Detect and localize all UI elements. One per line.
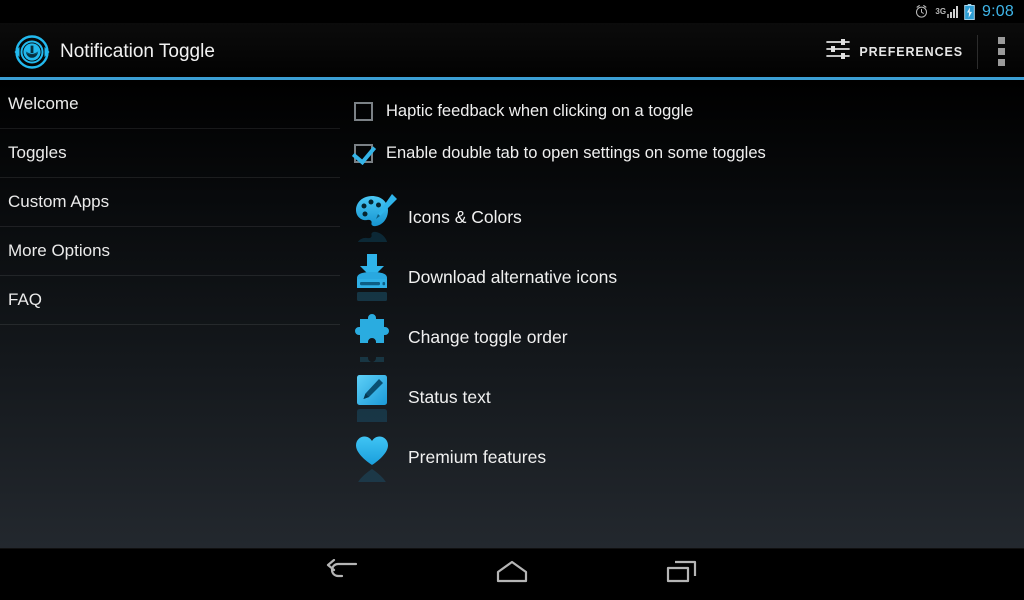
overflow-dot [997,59,1005,66]
overflow-dot [997,48,1005,55]
option-change-toggle-order[interactable]: Change toggle order [354,307,1024,367]
sidebar-item-label: Welcome [8,94,79,113]
action-bar: Notification Toggle PREFERENCES [0,23,1024,80]
sidebar-item-label: Custom Apps [8,192,110,211]
option-premium-features[interactable]: Premium features [354,427,1024,487]
recent-apps-icon [666,559,698,590]
signal-bars-icon [947,5,959,18]
network-type-label: 3G [935,7,947,16]
option-label: Premium features [408,446,547,467]
sliders-icon [826,38,851,65]
settings-panel: Haptic feedback when clicking on a toggl… [340,80,1024,548]
recent-apps-button[interactable] [618,549,746,600]
sidebar-item-label: More Options [8,241,111,260]
alarm-clock-icon [914,4,929,19]
sidebar-item-toggles[interactable]: Toggles [0,129,340,178]
haptic-feedback-label: Haptic feedback when clicking on a toggl… [386,101,694,120]
status-bar: 3G 9:08 [0,0,1024,23]
haptic-feedback-checkbox[interactable] [354,101,373,121]
sidebar-nav: Welcome Toggles Custom Apps More Options… [0,80,340,548]
sidebar-item-custom-apps[interactable]: Custom Apps [0,178,340,227]
edit-pencil-icon [354,372,400,422]
android-tablet-screen: 3G 9:08 Notification Toggle PREFERENCES … [0,0,1024,600]
sidebar-item-welcome[interactable]: Welcome [0,80,340,129]
system-navigation-bar [0,548,1024,600]
home-icon [495,560,529,589]
double-tap-label: Enable double tab to open settings on so… [386,143,766,162]
action-bar-actions: PREFERENCES [816,23,1024,80]
home-button[interactable] [448,549,576,600]
double-tap-checkbox[interactable] [354,143,373,163]
preferences-button[interactable]: PREFERENCES [816,23,977,80]
back-arrow-icon [326,558,358,590]
option-label: Icons & Colors [408,206,522,227]
option-label: Status text [408,386,491,407]
option-label: Download alternative icons [408,266,618,287]
haptic-feedback-row[interactable]: Haptic feedback when clicking on a toggl… [354,97,1024,125]
sidebar-item-label: FAQ [8,290,43,309]
double-tap-row[interactable]: Enable double tab to open settings on so… [354,139,1024,167]
download-icon [354,252,400,302]
back-button[interactable] [278,549,406,600]
network-type-indicator: 3G [935,5,959,18]
option-status-text[interactable]: Status text [354,367,1024,427]
sidebar-item-faq[interactable]: FAQ [0,276,340,325]
app-logo-icon [12,32,52,72]
sidebar-item-more-options[interactable]: More Options [0,227,340,276]
battery-charging-icon [964,3,975,20]
puzzle-piece-icon [354,312,400,362]
option-download-alternative-icons[interactable]: Download alternative icons [354,247,1024,307]
overflow-menu-icon[interactable] [978,23,1024,80]
heart-icon [354,432,400,482]
overflow-dot [997,37,1005,44]
preferences-label: PREFERENCES [859,44,963,59]
status-bar-clock: 9:08 [982,2,1014,20]
sidebar-item-label: Toggles [8,143,67,162]
option-icons-and-colors[interactable]: Icons & Colors [354,187,1024,247]
page-title: Notification Toggle [60,40,215,62]
palette-icon [354,192,400,242]
content-area: Welcome Toggles Custom Apps More Options… [0,80,1024,548]
option-label: Change toggle order [408,326,568,347]
